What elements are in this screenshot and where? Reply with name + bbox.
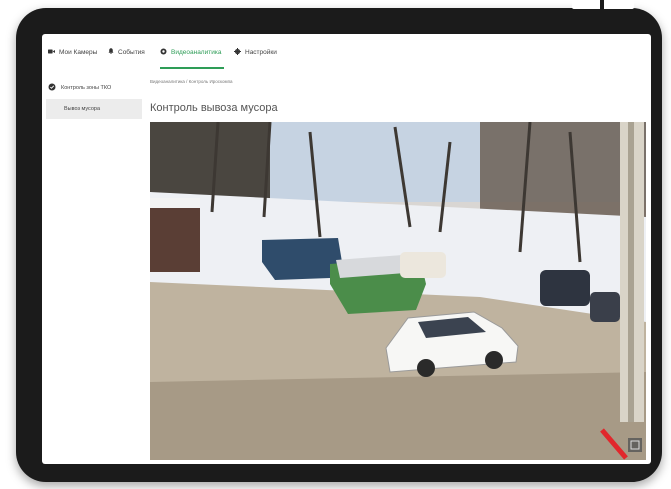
sidebar-group-label: Контроль зоны ТКО <box>61 85 112 91</box>
nav-label: События <box>118 48 145 56</box>
gear-icon <box>234 47 241 57</box>
sidebar-group-tko[interactable]: Контроль зоны ТКО <box>48 83 111 93</box>
nav-label: Мои Камеры <box>59 48 98 56</box>
shed-roof-snow <box>150 198 200 208</box>
nav-label: Настройки <box>245 48 277 56</box>
shield-icon <box>48 83 56 93</box>
dark-car-2 <box>590 292 620 322</box>
nav-item-my-cameras[interactable]: Мои Камеры <box>48 46 97 58</box>
nav-label: Видеоаналитика <box>171 48 222 56</box>
nav-item-events[interactable]: События <box>108 46 145 58</box>
device-highlight <box>572 0 634 9</box>
sidebar-item-garbage-removal[interactable]: Вывоз мусора <box>46 99 142 119</box>
active-tab-indicator <box>160 67 224 69</box>
camera-scene <box>150 122 646 460</box>
ground-shadow <box>150 372 646 460</box>
sidebar-item-label: Вывоз мусора <box>64 106 101 112</box>
breadcrumb[interactable]: Видеоаналитика / Контроль Ироскомпа <box>150 79 233 84</box>
camera-icon <box>48 49 55 56</box>
bell-icon <box>108 48 114 56</box>
analytics-icon <box>160 48 167 57</box>
birch-bark <box>628 122 634 422</box>
camera-snapshot[interactable] <box>150 122 646 460</box>
top-nav: Мои Камеры События Видеоаналитика Настро… <box>42 34 651 70</box>
nav-item-settings[interactable]: Настройки <box>234 46 277 58</box>
background-car <box>400 252 446 278</box>
nav-item-video-analytics[interactable]: Видеоаналитика <box>160 46 221 58</box>
app-screen: Мои Камеры События Видеоаналитика Настро… <box>42 34 651 464</box>
dark-suv <box>540 270 590 306</box>
page-title: Контроль вывоза мусора <box>150 102 278 114</box>
shed <box>150 202 200 272</box>
